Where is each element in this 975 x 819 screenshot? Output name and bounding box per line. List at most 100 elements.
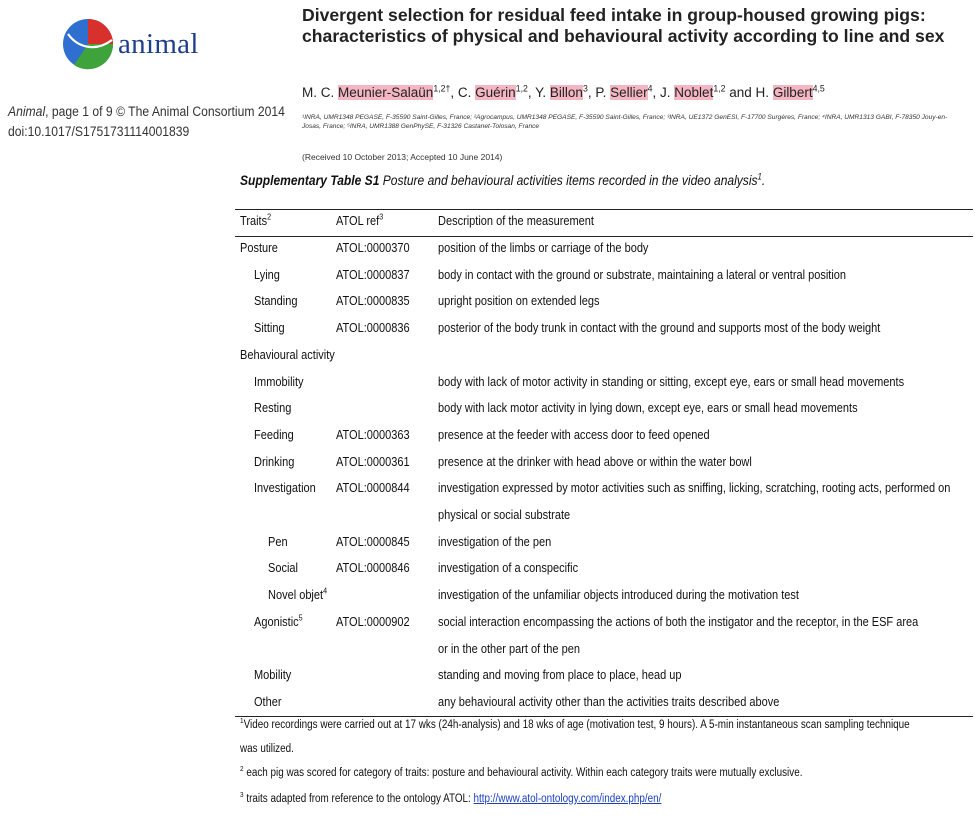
footnote-2: 2 each pig was scored for category of tr… bbox=[240, 765, 803, 779]
table-caption: Supplementary Table S1 Posture and behav… bbox=[240, 172, 765, 188]
author-surname: Sellier bbox=[610, 85, 648, 100]
journal-name: Animal bbox=[8, 104, 46, 119]
trait-label: Resting bbox=[254, 400, 292, 416]
description-cell: standing and moving from place to place,… bbox=[438, 667, 682, 683]
author-list: M. C. Meunier-Salaün1,2†, C. Guérin1,2, … bbox=[302, 83, 825, 100]
trait-label: Sitting bbox=[254, 320, 285, 336]
header-traits: Traits2 bbox=[240, 213, 271, 228]
received-dates: (Received 10 October 2013; Accepted 10 J… bbox=[302, 152, 503, 162]
animal-logo-icon bbox=[63, 19, 114, 70]
footnote-2-text: each pig was scored for category of trai… bbox=[243, 767, 803, 779]
author-affiliation-sup: 1,2 bbox=[713, 83, 726, 94]
author-initials: M. C. bbox=[302, 85, 338, 100]
author-affiliation-sup: 1,2† bbox=[433, 83, 451, 94]
author-surname: Noblet bbox=[674, 85, 714, 100]
trait-label: Drinking bbox=[254, 453, 295, 469]
description-cell: physical or social substrate bbox=[438, 507, 571, 522]
journal-citation-rest: , page 1 of 9 © The Animal Consortium 20… bbox=[45, 104, 285, 119]
description-cell: investigation expressed by motor activit… bbox=[438, 480, 951, 496]
atol-ref-cell: ATOL:0000845 bbox=[336, 533, 410, 549]
trait-label: Agonistic bbox=[254, 613, 299, 629]
footnote-3: 3 traits adapted from reference to the o… bbox=[240, 791, 662, 805]
author-affiliation-sup: 1,2 bbox=[515, 83, 528, 94]
trait-cell: Pen bbox=[268, 534, 288, 549]
author-surname: Gilbert bbox=[772, 85, 813, 100]
trait-cell: Standing bbox=[254, 293, 297, 308]
author-surname: Guérin bbox=[475, 85, 516, 100]
description-cell: body with lack of motor activity in stan… bbox=[438, 373, 905, 389]
description-cell: position of the limbs or carriage of the… bbox=[438, 240, 649, 255]
header-atol-label: ATOL ref bbox=[336, 213, 380, 228]
author-separator: , bbox=[652, 85, 661, 100]
trait-label: Novel objet bbox=[268, 587, 324, 603]
journal-logo-word: animal bbox=[118, 28, 199, 60]
description-cell: investigation of the pen bbox=[438, 533, 552, 549]
atol-ref-cell: ATOL:0000846 bbox=[336, 560, 410, 576]
trait-cell: Mobility bbox=[254, 667, 291, 682]
header-atol-sup: 3 bbox=[379, 211, 384, 222]
author-initials: Y. bbox=[535, 85, 550, 100]
doi: doi:10.1017/S1751731114001839 bbox=[8, 124, 190, 139]
description-cell: any behavioural activity other than the … bbox=[438, 693, 780, 709]
atol-ref-cell: ATOL:0000363 bbox=[336, 426, 410, 442]
description-cell: upright position on extended legs bbox=[438, 293, 600, 309]
trait-label: Mobility bbox=[254, 667, 292, 683]
trait-cell: Investigation bbox=[254, 480, 316, 495]
trait-label: Pen bbox=[268, 533, 288, 549]
table-label: Supplementary Table S1 bbox=[240, 172, 380, 188]
trait-cell: Immobility bbox=[254, 374, 304, 389]
description-cell: investigation of the unfamiliar objects … bbox=[438, 587, 799, 603]
trait-cell: Resting bbox=[254, 400, 291, 415]
trait-cell: Feeding bbox=[254, 427, 294, 442]
trait-cell: Sitting bbox=[254, 320, 285, 335]
trait-cell: Drinking bbox=[254, 454, 294, 469]
footnote-3-text: traits adapted from reference to the ont… bbox=[243, 793, 474, 805]
trait-cell: Posture bbox=[240, 240, 278, 255]
author-initials: P. bbox=[595, 85, 611, 100]
atol-ref-cell: ATOL:0000836 bbox=[336, 320, 410, 336]
header-traits-label: Traits bbox=[240, 213, 268, 228]
author-separator: and bbox=[725, 85, 756, 100]
author-surname: Billon bbox=[549, 85, 583, 100]
header-description: Description of the measurement bbox=[438, 213, 594, 228]
trait-label: Immobility bbox=[254, 373, 304, 389]
table-bottom-rule bbox=[235, 716, 973, 717]
trait-label: Behavioural activity bbox=[240, 346, 335, 362]
atol-ref-cell: ATOL:0000902 bbox=[336, 613, 410, 629]
trait-cell: Lying bbox=[254, 267, 280, 282]
trait-label: Feeding bbox=[254, 426, 294, 442]
trait-cell: Other bbox=[254, 694, 282, 709]
trait-label: Lying bbox=[254, 266, 280, 282]
footnote-1-continued: was utilized. bbox=[240, 743, 294, 755]
atol-ontology-link[interactable]: http://www.atol-ontology.com/index.php/e… bbox=[474, 793, 662, 805]
description-cell: social interaction encompassing the acti… bbox=[438, 613, 919, 629]
trait-label: Standing bbox=[254, 293, 298, 309]
atol-ref-cell: ATOL:0000361 bbox=[336, 453, 410, 469]
trait-footnote-sup: 4 bbox=[323, 585, 328, 596]
trait-cell: Behavioural activity bbox=[240, 347, 335, 362]
description-cell: presence at the drinker with head above … bbox=[438, 453, 752, 469]
description-cell: body with lack motor activity in lying d… bbox=[438, 400, 858, 416]
footnote-1: 1Video recordings were carried out at 17… bbox=[240, 717, 910, 731]
header-atol-ref: ATOL ref3 bbox=[336, 213, 383, 228]
description-cell: posterior of the body trunk in contact w… bbox=[438, 320, 881, 336]
paper-title: Divergent selection for residual feed in… bbox=[302, 5, 945, 46]
trait-cell: Social bbox=[268, 560, 298, 575]
table-caption-text: Posture and behavioural activities items… bbox=[379, 172, 758, 188]
author-initials: J. bbox=[660, 85, 675, 100]
atol-ref-cell: ATOL:0000370 bbox=[336, 240, 410, 255]
atol-ref-cell: ATOL:0000837 bbox=[336, 266, 410, 282]
author-separator: , bbox=[450, 85, 458, 100]
description-cell: presence at the feeder with access door … bbox=[438, 426, 710, 442]
description-cell: body in contact with the ground or subst… bbox=[438, 266, 847, 282]
author-surname: Meunier-Salaün bbox=[338, 85, 434, 100]
trait-cell: Agonistic5 bbox=[254, 612, 303, 629]
atol-ref-cell: ATOL:0000835 bbox=[336, 293, 410, 309]
author-initials: H. bbox=[755, 85, 773, 100]
author-initials: C. bbox=[457, 85, 476, 100]
table-top-rule bbox=[235, 209, 973, 210]
trait-label: Social bbox=[268, 560, 298, 576]
trait-footnote-sup: 5 bbox=[298, 612, 303, 623]
description-cell: investigation of a conspecific bbox=[438, 560, 579, 576]
table-header-rule bbox=[235, 236, 973, 237]
